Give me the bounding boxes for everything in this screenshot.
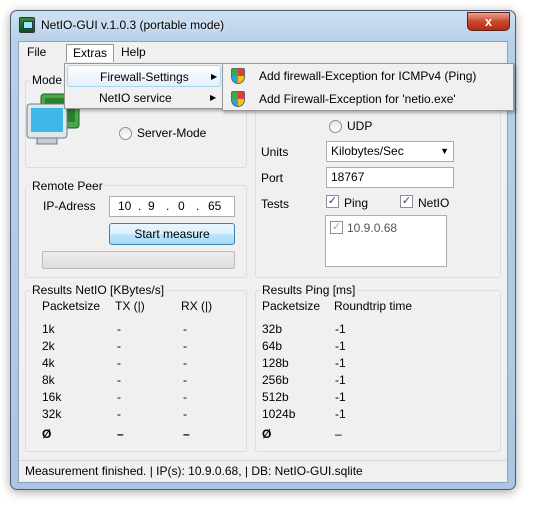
netio-cell: 32k bbox=[42, 407, 62, 421]
start-measure-button[interactable]: Start measure bbox=[109, 223, 235, 245]
results-netio-label: Results NetIO [KBytes/s] bbox=[30, 283, 167, 297]
server-mode-label: Server-Mode bbox=[137, 126, 207, 140]
status-bar: Measurement finished. | IP(s): 10.9.0.68… bbox=[19, 460, 507, 482]
menu-help[interactable]: Help bbox=[115, 44, 152, 62]
submenu-arrow-icon: ▶ bbox=[210, 93, 217, 102]
chevron-down-icon: ▼ bbox=[440, 146, 449, 156]
ping-cell: 64b bbox=[262, 339, 283, 353]
tests-label: Tests bbox=[261, 197, 290, 211]
close-button[interactable]: x bbox=[467, 12, 510, 31]
netio-cell: - bbox=[183, 390, 187, 404]
peer-item: 10.9.0.68 bbox=[347, 221, 398, 235]
ping-cell: 1024b bbox=[262, 407, 296, 421]
add-icmp-exception-label: Add firewall-Exception for ICMPv4 (Ping) bbox=[259, 69, 477, 83]
ping-cell: -1 bbox=[335, 373, 346, 387]
results-ping-group bbox=[255, 290, 501, 452]
netio-checkbox[interactable]: ✓ bbox=[400, 195, 413, 208]
netio-cell: - bbox=[117, 339, 121, 353]
results-netio-group bbox=[25, 290, 247, 452]
udp-radio[interactable] bbox=[329, 120, 342, 133]
ping-cell: -1 bbox=[335, 407, 346, 421]
units-label: Units bbox=[261, 145, 289, 159]
peer-listbox[interactable]: ✓ 10.9.0.68 bbox=[325, 215, 447, 267]
server-mode-radio[interactable] bbox=[119, 127, 132, 140]
menu-bar: File Extras Help bbox=[19, 42, 507, 62]
ping-checkbox[interactable]: ✓ bbox=[326, 195, 339, 208]
menu-file[interactable]: File bbox=[21, 44, 52, 62]
peer-checkbox[interactable]: ✓ bbox=[330, 221, 343, 234]
remote-peer-label: Remote Peer bbox=[30, 179, 105, 193]
menu-item-firewall-settings[interactable]: Firewall-Settings ▶ bbox=[67, 65, 221, 87]
uac-shield-icon bbox=[231, 91, 245, 107]
submenu-arrow-icon: ▶ bbox=[211, 72, 218, 81]
netio-cell: - bbox=[117, 407, 121, 421]
netio-cell: 4k bbox=[42, 356, 55, 370]
netio-cell: - bbox=[183, 407, 187, 421]
firewall-submenu: Add firewall-Exception for ICMPv4 (Ping)… bbox=[222, 63, 514, 111]
ping-cell: Ø bbox=[262, 427, 272, 441]
ping-header-roundtrip: Roundtrip time bbox=[334, 299, 413, 313]
ping-cell: – bbox=[335, 427, 342, 441]
ip-octet-3: 0 bbox=[178, 199, 185, 213]
netio-cell: - bbox=[183, 373, 187, 387]
ping-cell: -1 bbox=[335, 390, 346, 404]
ping-checkbox-label: Ping bbox=[344, 196, 369, 210]
title-bar[interactable]: NetIO-GUI v.1.0.3 (portable mode) x bbox=[11, 11, 515, 41]
netio-cell: – bbox=[183, 427, 190, 441]
firewall-settings-label: Firewall-Settings bbox=[100, 70, 189, 84]
units-select[interactable]: Kilobytes/Sec ▼ bbox=[326, 141, 454, 162]
netio-cell: - bbox=[117, 373, 121, 387]
ip-octet-4: 65 bbox=[208, 199, 222, 213]
udp-label: UDP bbox=[347, 119, 373, 133]
menu-extras[interactable]: Extras bbox=[66, 44, 115, 62]
netio-cell: Ø bbox=[42, 427, 52, 441]
units-select-value: Kilobytes/Sec bbox=[331, 144, 404, 158]
netio-header-packetsize: Packetsize bbox=[42, 299, 101, 313]
menu-item-add-icmp-exception[interactable]: Add firewall-Exception for ICMPv4 (Ping) bbox=[225, 65, 511, 87]
netio-header-rx: RX (|) bbox=[181, 299, 213, 313]
netio-cell: – bbox=[117, 427, 124, 441]
ping-cell: 32b bbox=[262, 322, 283, 336]
ping-header-packetsize: Packetsize bbox=[262, 299, 321, 313]
netio-cell: 1k bbox=[42, 322, 55, 336]
add-netio-exception-label: Add Firewall-Exception for 'netio.exe' bbox=[259, 92, 456, 106]
netio-header-tx: TX (|) bbox=[115, 299, 145, 313]
measure-progress-bar bbox=[42, 251, 235, 269]
ping-cell: -1 bbox=[335, 339, 346, 353]
ping-cell: 256b bbox=[262, 373, 289, 387]
ip-address-label: IP-Adress bbox=[43, 199, 96, 213]
port-label: Port bbox=[261, 171, 284, 185]
netio-cell: - bbox=[183, 322, 187, 336]
netio-cell: - bbox=[117, 322, 121, 336]
netio-cell: - bbox=[117, 390, 121, 404]
ip-octet-1: 10 bbox=[118, 199, 132, 213]
ping-cell: 128b bbox=[262, 356, 289, 370]
ping-cell: -1 bbox=[335, 356, 346, 370]
netio-cell: 16k bbox=[42, 390, 62, 404]
netio-cell: - bbox=[183, 356, 187, 370]
ping-cell: -1 bbox=[335, 322, 346, 336]
extras-menu: Firewall-Settings ▶ NetIO service ▶ bbox=[64, 63, 224, 109]
netio-cell: - bbox=[183, 339, 187, 353]
results-ping-label: Results Ping [ms] bbox=[260, 283, 358, 297]
menu-item-add-netio-exception[interactable]: Add Firewall-Exception for 'netio.exe' bbox=[225, 88, 511, 110]
ip-octet-2: 9 bbox=[148, 199, 155, 213]
netio-checkbox-label: NetIO bbox=[418, 196, 450, 210]
menu-item-netio-service[interactable]: NetIO service ▶ bbox=[67, 87, 221, 109]
netio-cell: 2k bbox=[42, 339, 55, 353]
ip-address-input[interactable]: 10 . 9 . 0 . 65 bbox=[109, 196, 235, 217]
port-input[interactable]: 18767 bbox=[326, 167, 454, 188]
mode-group-label: Mode bbox=[30, 73, 65, 87]
netio-cell: 8k bbox=[42, 373, 55, 387]
app-icon bbox=[19, 17, 35, 33]
uac-shield-icon bbox=[231, 68, 245, 84]
window-title: NetIO-GUI v.1.0.3 (portable mode) bbox=[41, 18, 225, 32]
netio-cell: - bbox=[117, 356, 121, 370]
netio-service-label: NetIO service bbox=[99, 91, 172, 105]
ping-cell: 512b bbox=[262, 390, 289, 404]
